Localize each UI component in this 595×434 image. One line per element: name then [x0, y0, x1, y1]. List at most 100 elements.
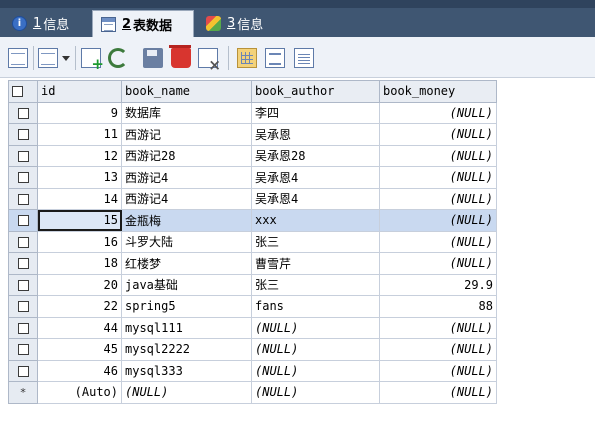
column-header-book-name[interactable]: book_name: [121, 80, 252, 103]
row-checkbox[interactable]: [8, 338, 38, 361]
table-row[interactable]: 20 java基础 张三 29.9: [8, 273, 497, 296]
cell-book-author[interactable]: (NULL): [251, 338, 380, 361]
table-row[interactable]: 44 mysql111 (NULL) (NULL): [8, 316, 497, 339]
cell-id[interactable]: 20: [37, 273, 122, 296]
cell-book-money[interactable]: (NULL): [379, 381, 497, 404]
cancel-changes-icon[interactable]: [198, 48, 221, 74]
save-icon[interactable]: [143, 48, 163, 68]
cell-id[interactable]: 13: [37, 166, 122, 189]
cell-book-name[interactable]: mysql111: [121, 316, 252, 339]
cell-book-author[interactable]: fans: [251, 295, 380, 318]
cell-book-author[interactable]: (NULL): [251, 359, 380, 382]
export-grid-icon[interactable]: [8, 48, 28, 68]
cell-book-name[interactable]: mysql333: [121, 359, 252, 382]
cell-book-author[interactable]: 李四: [251, 101, 380, 124]
table-row[interactable]: 9 数据库 李四 (NULL): [8, 101, 497, 124]
cell-book-author[interactable]: (NULL): [251, 381, 380, 404]
text-view-icon[interactable]: [294, 48, 314, 68]
cell-book-name[interactable]: 西游记4: [121, 166, 252, 189]
table-row[interactable]: 18 红楼梦 曹雪芹 (NULL): [8, 252, 497, 275]
column-header-id[interactable]: id: [37, 80, 122, 103]
chevron-down-icon[interactable]: [62, 56, 70, 61]
cell-id[interactable]: 44: [37, 316, 122, 339]
row-checkbox[interactable]: [8, 316, 38, 339]
cell-book-name[interactable]: 西游记28: [121, 144, 252, 167]
tab-table-data[interactable]: 2 表数据: [92, 10, 194, 37]
cell-id[interactable]: 9: [37, 101, 122, 124]
cell-book-money[interactable]: (NULL): [379, 230, 497, 253]
cell-id[interactable]: (Auto): [37, 381, 122, 404]
cell-book-name[interactable]: 斗罗大陆: [121, 230, 252, 253]
cell-book-name[interactable]: 西游记: [121, 123, 252, 146]
cell-book-name[interactable]: java基础: [121, 273, 252, 296]
cell-book-author[interactable]: (NULL): [251, 316, 380, 339]
cell-book-money[interactable]: (NULL): [379, 252, 497, 275]
cell-book-money[interactable]: 88: [379, 295, 497, 318]
cell-id[interactable]: 22: [37, 295, 122, 318]
tab-info-1[interactable]: i 1 信息: [4, 10, 90, 37]
cell-book-name[interactable]: 红楼梦: [121, 252, 252, 275]
column-header-book-money[interactable]: book_money: [379, 80, 497, 103]
row-checkbox[interactable]: [8, 166, 38, 189]
row-checkbox[interactable]: [8, 187, 38, 210]
cell-book-money[interactable]: (NULL): [379, 187, 497, 210]
cell-book-money[interactable]: (NULL): [379, 359, 497, 382]
row-checkbox[interactable]: [8, 252, 38, 275]
select-all-checkbox[interactable]: [8, 80, 38, 103]
cell-book-author[interactable]: 吴承恩4: [251, 187, 380, 210]
cell-id[interactable]: 45: [37, 338, 122, 361]
cell-id[interactable]: 14: [37, 187, 122, 210]
cell-id[interactable]: 16: [37, 230, 122, 253]
row-checkbox[interactable]: [8, 359, 38, 382]
row-checkbox[interactable]: [8, 144, 38, 167]
row-checkbox[interactable]: [8, 230, 38, 253]
row-checkbox[interactable]: [8, 101, 38, 124]
cell-book-name[interactable]: 金瓶梅: [121, 209, 252, 232]
cell-book-money[interactable]: (NULL): [379, 316, 497, 339]
cell-book-money[interactable]: (NULL): [379, 123, 497, 146]
cell-book-money[interactable]: (NULL): [379, 209, 497, 232]
delete-row-icon[interactable]: [169, 45, 191, 68]
table-row[interactable]: 13 西游记4 吴承恩4 (NULL): [8, 166, 497, 189]
table-row[interactable]: 16 斗罗大陆 张三 (NULL): [8, 230, 497, 253]
table-row[interactable]: 45 mysql2222 (NULL) (NULL): [8, 338, 497, 361]
table-row[interactable]: 22 spring5 fans 88: [8, 295, 497, 318]
cell-book-author[interactable]: xxx: [251, 209, 380, 232]
row-checkbox[interactable]: [8, 273, 38, 296]
table-row[interactable]: 15 金瓶梅 xxx (NULL): [8, 209, 497, 232]
cell-id[interactable]: 11: [37, 123, 122, 146]
cell-book-name[interactable]: (NULL): [121, 381, 252, 404]
cell-book-money[interactable]: (NULL): [379, 144, 497, 167]
table-row[interactable]: 12 西游记28 吴承恩28 (NULL): [8, 144, 497, 167]
cell-book-name[interactable]: spring5: [121, 295, 252, 318]
cell-book-money[interactable]: (NULL): [379, 101, 497, 124]
cell-id[interactable]: 15: [37, 209, 122, 232]
row-checkbox[interactable]: [8, 295, 38, 318]
cell-book-money[interactable]: 29.9: [379, 273, 497, 296]
duplicate-row-icon[interactable]: [108, 48, 128, 68]
row-checkbox[interactable]: [8, 123, 38, 146]
cell-id[interactable]: 12: [37, 144, 122, 167]
table-row[interactable]: 14 西游记4 吴承恩4 (NULL): [8, 187, 497, 210]
cell-book-author[interactable]: 曹雪芹: [251, 252, 380, 275]
cell-book-author[interactable]: 吴承恩4: [251, 166, 380, 189]
cell-book-name[interactable]: 西游记4: [121, 187, 252, 210]
cell-id[interactable]: 46: [37, 359, 122, 382]
tab-info-3[interactable]: 3 信息: [198, 10, 284, 37]
new-row[interactable]: * (Auto) (NULL) (NULL) (NULL): [8, 381, 497, 404]
cell-id[interactable]: 18: [37, 252, 122, 275]
insert-row-icon[interactable]: [81, 48, 104, 73]
cell-book-author[interactable]: 吴承恩: [251, 123, 380, 146]
row-checkbox[interactable]: [8, 209, 38, 232]
cell-book-author[interactable]: 吴承恩28: [251, 144, 380, 167]
column-header-book-author[interactable]: book_author: [251, 80, 380, 103]
grid-view-icon[interactable]: [237, 48, 257, 68]
cell-book-name[interactable]: 数据库: [121, 101, 252, 124]
cell-book-author[interactable]: 张三: [251, 273, 380, 296]
table-row[interactable]: 11 西游记 吴承恩 (NULL): [8, 123, 497, 146]
cell-book-money[interactable]: (NULL): [379, 166, 497, 189]
form-view-icon[interactable]: [265, 48, 285, 68]
import-menu-icon[interactable]: [38, 48, 58, 68]
cell-book-author[interactable]: 张三: [251, 230, 380, 253]
cell-book-money[interactable]: (NULL): [379, 338, 497, 361]
